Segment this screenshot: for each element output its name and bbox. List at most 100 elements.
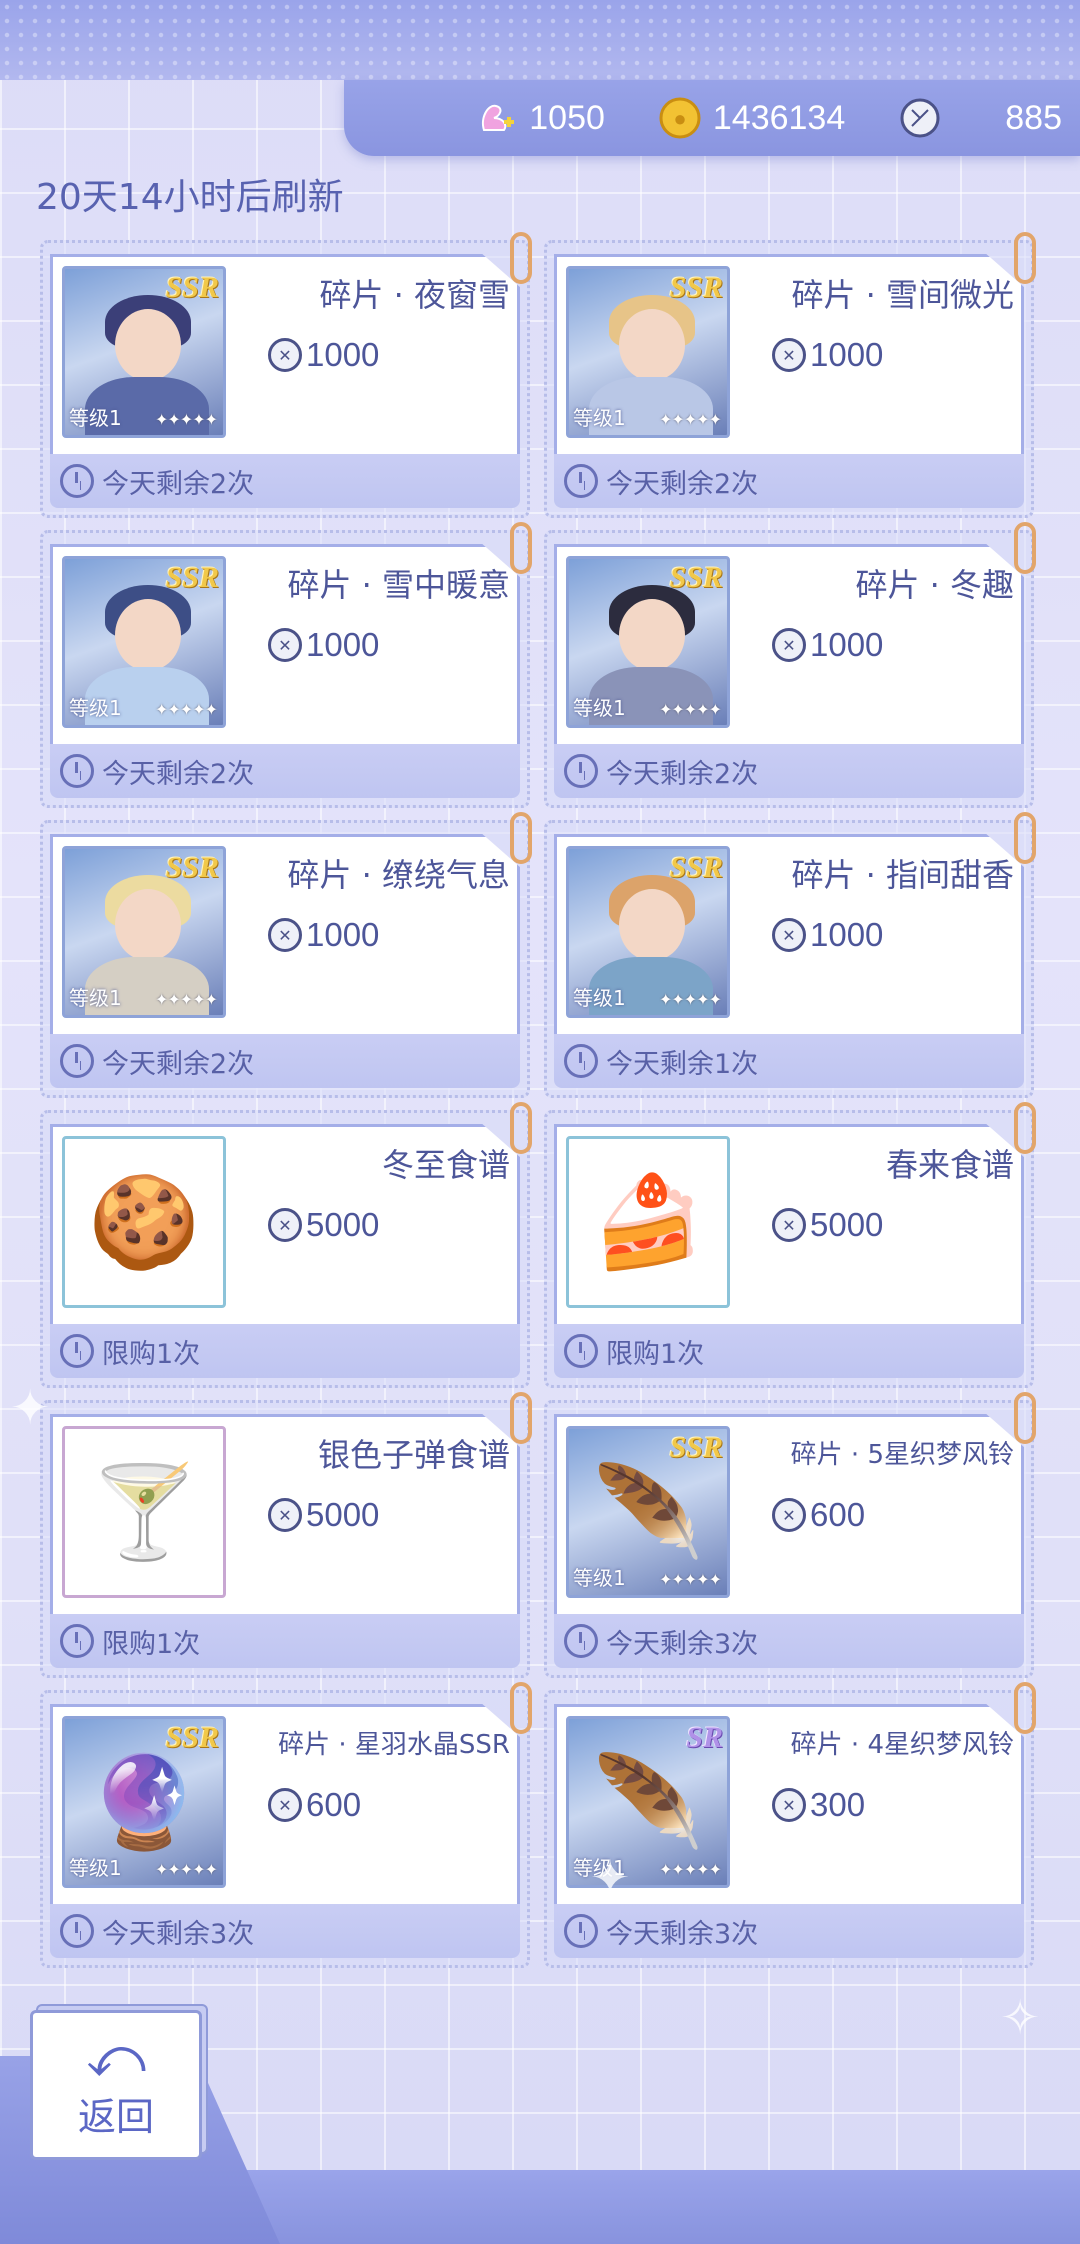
clock-icon (60, 754, 94, 788)
shop-item-card[interactable]: 今天剩余3次 🪶 SR 等级1 ✦✦✦✦✦ 碎片 · 4星织梦风铃 ✕ 300 (544, 1682, 1036, 1968)
price-value: 600 (810, 1496, 866, 1533)
paperclip-icon (510, 232, 532, 284)
price-value: 5000 (306, 1206, 380, 1243)
star-rating-icon: ✦✦✦✦✦ (658, 990, 722, 1009)
compass-token-icon (895, 93, 945, 143)
card-footer: 限购1次 (50, 1324, 520, 1378)
item-price: ✕ 5000 (772, 1206, 883, 1244)
shop-item-card[interactable]: 今天剩余3次 🔮 SSR 等级1 ✦✦✦✦✦ 碎片 · 星羽水晶SSR ✕ 600 (40, 1682, 532, 1968)
back-button[interactable]: ⤺ 返回 (30, 2010, 202, 2160)
paperclip-icon (1014, 522, 1036, 574)
sparkle-icon: ✦ (10, 1380, 51, 1436)
card-footer: 今天剩余2次 (50, 744, 520, 798)
card-footer: 今天剩余2次 (50, 1034, 520, 1088)
clock-icon (60, 1334, 94, 1368)
rarity-badge: SSR (165, 561, 219, 594)
top-decor-strip (0, 0, 1080, 80)
star-rating-icon: ✦✦✦✦✦ (154, 700, 218, 719)
price-value: 300 (810, 1786, 866, 1823)
paperclip-icon (510, 1392, 532, 1444)
price-value: 5000 (810, 1206, 884, 1243)
paperclip-icon (1014, 812, 1036, 864)
rarity-badge: SSR (165, 851, 219, 884)
rarity-badge: SSR (669, 1431, 723, 1464)
card-footer: 今天剩余3次 (50, 1904, 520, 1958)
star-rating-icon: ✦✦✦✦✦ (154, 990, 218, 1009)
purchase-limit-text: 今天剩余3次 (606, 1628, 759, 1660)
item-thumbnail[interactable]: SSR 等级1 ✦✦✦✦✦ (62, 846, 226, 1018)
clock-icon (564, 1334, 598, 1368)
compass-token-icon: ✕ (772, 1208, 806, 1242)
item-thumbnail[interactable]: SSR 等级1 ✦✦✦✦✦ (566, 846, 730, 1018)
purchase-limit-text: 今天剩余3次 (102, 1918, 255, 1950)
card-footer: 今天剩余3次 (554, 1614, 1024, 1668)
item-title: 碎片 · 4星织梦风铃 (790, 1730, 1014, 1760)
currency-swan[interactable]: 1050 (471, 88, 605, 148)
item-thumbnail[interactable]: 🔮 SSR 等级1 ✦✦✦✦✦ (62, 1716, 226, 1888)
item-title: 碎片 · 5星织梦风铃 (790, 1440, 1014, 1470)
item-price: ✕ 5000 (268, 1206, 379, 1244)
shop-item-card[interactable]: 今天剩余2次 SSR 等级1 ✦✦✦✦✦ 碎片 · 缭绕气息 ✕ 1000 (40, 812, 532, 1098)
item-thumbnail[interactable]: 🪶 SSR 等级1 ✦✦✦✦✦ (566, 1426, 730, 1598)
shop-item-card[interactable]: 限购1次 🍪 冬至食谱 ✕ 5000 (40, 1102, 532, 1388)
paperclip-icon (1014, 232, 1036, 284)
gold-coin-icon: ● (655, 93, 705, 143)
item-thumbnail[interactable]: 🍪 (62, 1136, 226, 1308)
item-price: ✕ 1000 (268, 336, 379, 374)
level-tag: 等级1 (573, 406, 626, 430)
paperclip-icon (1014, 1102, 1036, 1154)
paperclip-icon (510, 1102, 532, 1154)
character-face (619, 599, 685, 671)
purchase-limit-text: 今天剩余1次 (606, 1048, 759, 1080)
item-thumbnail[interactable]: 🍸 (62, 1426, 226, 1598)
swan-gem-icon (471, 93, 521, 143)
level-tag: 等级1 (573, 986, 626, 1010)
compass-token-icon: ✕ (268, 628, 302, 662)
currency-swan-value: 1050 (529, 98, 605, 137)
currency-bar: 1050 ● 1436134 885 (344, 80, 1080, 156)
shop-item-card[interactable]: 今天剩余3次 🪶 SSR 等级1 ✦✦✦✦✦ 碎片 · 5星织梦风铃 ✕ 600 (544, 1392, 1036, 1678)
paperclip-icon (510, 812, 532, 864)
item-thumbnail[interactable]: SSR 等级1 ✦✦✦✦✦ (62, 266, 226, 438)
purchase-limit-text: 限购1次 (102, 1628, 201, 1660)
character-face (619, 309, 685, 381)
sparkle-icon: ✦ (590, 1850, 631, 1906)
purchase-limit-text: 今天剩余2次 (102, 1048, 255, 1080)
purchase-limit-text: 今天剩余3次 (606, 1918, 759, 1950)
card-footer: 今天剩余1次 (554, 1034, 1024, 1088)
price-value: 600 (306, 1786, 362, 1823)
character-face (115, 309, 181, 381)
purchase-limit-text: 今天剩余2次 (102, 758, 255, 790)
rarity-badge: SSR (669, 851, 723, 884)
level-tag: 等级1 (69, 1856, 122, 1880)
item-title: 碎片 · 雪中暖意 (287, 566, 510, 604)
back-area: ⤺ 返回 (0, 1990, 1080, 2244)
item-thumbnail[interactable]: SSR 等级1 ✦✦✦✦✦ (566, 266, 730, 438)
shop-item-card[interactable]: 今天剩余2次 SSR 等级1 ✦✦✦✦✦ 碎片 · 雪中暖意 ✕ 1000 (40, 522, 532, 808)
card-footer: 今天剩余3次 (554, 1904, 1024, 1958)
shop-item-card[interactable]: 限购1次 🍰 春来食谱 ✕ 5000 (544, 1102, 1036, 1388)
star-rating-icon: ✦✦✦✦✦ (658, 1570, 722, 1589)
shop-item-card[interactable]: 今天剩余2次 SSR 等级1 ✦✦✦✦✦ 碎片 · 冬趣 ✕ 1000 (544, 522, 1036, 808)
shop-item-card[interactable]: 今天剩余2次 SSR 等级1 ✦✦✦✦✦ 碎片 · 夜窗雪 ✕ 1000 (40, 232, 532, 518)
compass-token-icon: ✕ (268, 1498, 302, 1532)
clock-icon (60, 1044, 94, 1078)
item-title: 银色子弹食谱 (317, 1436, 510, 1474)
item-price: ✕ 1000 (772, 916, 883, 954)
currency-compass[interactable]: 885 (895, 88, 1062, 148)
card-footer: 今天剩余2次 (50, 454, 520, 508)
shop-item-card[interactable]: 限购1次 🍸 银色子弹食谱 ✕ 5000 (40, 1392, 532, 1678)
character-face (115, 599, 181, 671)
item-thumbnail[interactable]: SSR 等级1 ✦✦✦✦✦ (62, 556, 226, 728)
currency-gold[interactable]: ● 1436134 (655, 88, 845, 148)
item-thumbnail[interactable]: 🍰 (566, 1136, 730, 1308)
paperclip-icon (510, 1682, 532, 1734)
item-title: 冬至食谱 (381, 1146, 510, 1184)
item-thumbnail[interactable]: SSR 等级1 ✦✦✦✦✦ (566, 556, 730, 728)
shop-item-card[interactable]: 今天剩余1次 SSR 等级1 ✦✦✦✦✦ 碎片 · 指间甜香 ✕ 1000 (544, 812, 1036, 1098)
clock-icon (60, 1624, 94, 1658)
shop-item-card[interactable]: 今天剩余2次 SSR 等级1 ✦✦✦✦✦ 碎片 · 雪间微光 ✕ 1000 (544, 232, 1036, 518)
item-title: 春来食谱 (885, 1146, 1014, 1184)
compass-token-icon: ✕ (268, 338, 302, 372)
level-tag: 等级1 (69, 986, 122, 1010)
